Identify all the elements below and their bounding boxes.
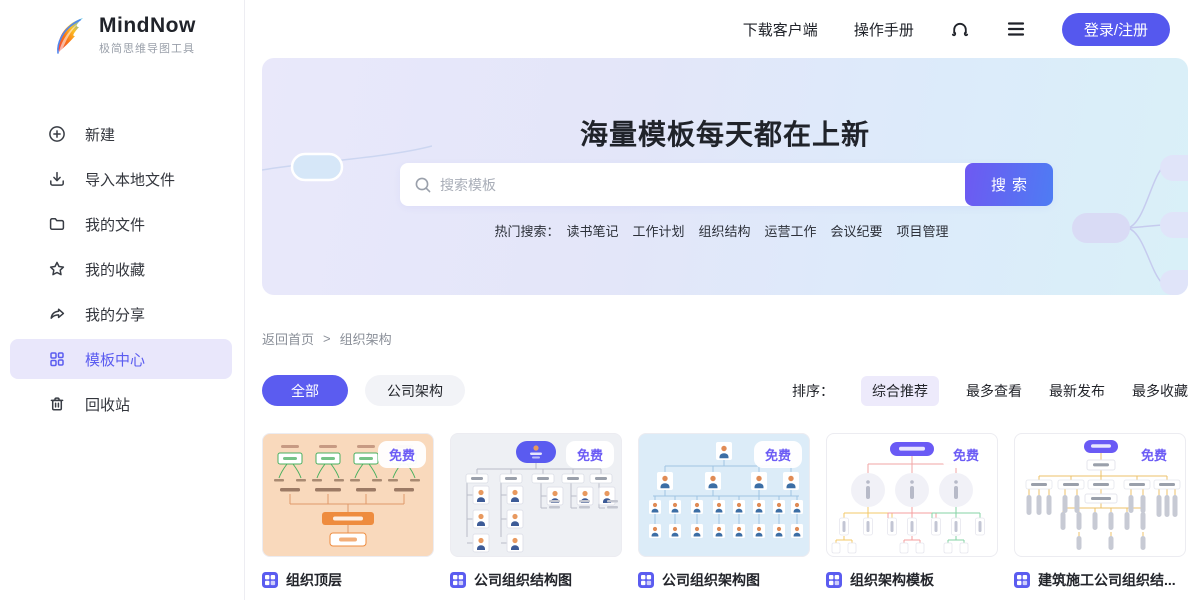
sidebar-item-recycle-bin[interactable]: 回收站 xyxy=(10,384,232,424)
feather-logo-icon xyxy=(52,15,89,55)
sort-option-most-viewed[interactable]: 最多查看 xyxy=(966,381,1022,401)
template-title-row: 组织顶层 xyxy=(262,570,434,590)
template-card[interactable]: 免费 建筑施工公司组织结... xyxy=(1014,433,1186,590)
template-title-row: 建筑施工公司组织结... xyxy=(1014,570,1186,590)
manual-link[interactable]: 操作手册 xyxy=(854,19,914,40)
breadcrumb-current: 组织架构 xyxy=(340,329,392,348)
template-card[interactable]: 免费 组织架构模板 xyxy=(826,433,998,590)
hot-search-row: 热门搜索： 读书笔记工作计划组织结构运营工作会议纪要项目管理 xyxy=(262,221,1188,240)
sidebar-item-label: 我的文件 xyxy=(85,214,145,235)
template-title: 组织顶层 xyxy=(286,570,342,590)
sidebar-item-my-files[interactable]: 我的文件 xyxy=(10,204,232,244)
tab-company-structure[interactable]: 公司架构 xyxy=(365,375,465,406)
breadcrumb-separator: > xyxy=(323,331,331,346)
filter-row: 全部 公司架构 排序： 综合推荐 最多查看 最新发布 最多收藏 xyxy=(262,375,1188,406)
breadcrumb-home[interactable]: 返回首页 xyxy=(262,329,314,348)
share-icon xyxy=(48,305,66,323)
template-card[interactable]: 免费 组织顶层 xyxy=(262,433,434,590)
template-icon xyxy=(1014,572,1030,588)
template-title: 公司组织架构图 xyxy=(662,570,760,590)
sidebar-item-favorites[interactable]: 我的收藏 xyxy=(10,249,232,289)
free-badge: 免费 xyxy=(1130,441,1178,468)
template-search-bar: 搜索 xyxy=(400,163,1053,206)
template-thumbnail: 免费 xyxy=(826,433,998,557)
sidebar-item-label: 我的收藏 xyxy=(85,259,145,280)
search-button[interactable]: 搜索 xyxy=(965,163,1053,206)
search-icon xyxy=(414,176,432,194)
grid-icon xyxy=(48,350,66,368)
support-button[interactable] xyxy=(950,19,970,39)
sidebar: MindNow 极简思维导图工具 新建 导入本地文件 我 xyxy=(0,0,245,600)
hot-keyword[interactable]: 工作计划 xyxy=(632,224,684,239)
template-title-row: 公司组织结构图 xyxy=(450,570,622,590)
brand-logo[interactable]: MindNow 极简思维导图工具 xyxy=(0,0,244,56)
sidebar-item-template-center[interactable]: 模板中心 xyxy=(10,339,232,379)
template-title: 公司组织结构图 xyxy=(474,570,572,590)
hero-banner: 海量模板每天都在上新 搜索 热门搜索： 读书笔记工作计划组织结构运营工作会议纪要项… xyxy=(262,58,1188,295)
search-input[interactable] xyxy=(440,177,1053,193)
sidebar-item-label: 模板中心 xyxy=(85,349,145,370)
template-card[interactable]: 免费 公司组织结构图 xyxy=(450,433,622,590)
sidebar-item-shares[interactable]: 我的分享 xyxy=(10,294,232,334)
import-icon xyxy=(48,170,66,188)
template-icon xyxy=(262,572,278,588)
template-thumbnail: 免费 xyxy=(262,433,434,557)
hot-keyword[interactable]: 会议纪要 xyxy=(831,224,883,239)
sort-area: 排序： 综合推荐 最多查看 最新发布 最多收藏 xyxy=(792,376,1188,406)
hot-search-label: 热门搜索： xyxy=(494,224,559,239)
sidebar-item-label: 新建 xyxy=(85,124,115,145)
hot-keyword[interactable]: 组织结构 xyxy=(698,224,750,239)
folder-icon xyxy=(48,215,66,233)
sidebar-menu: 新建 导入本地文件 我的文件 我的收藏 xyxy=(0,114,244,424)
hot-keyword[interactable]: 项目管理 xyxy=(897,224,949,239)
star-icon xyxy=(48,260,66,278)
template-thumbnail: 免费 xyxy=(450,433,622,557)
sidebar-item-label: 回收站 xyxy=(85,394,130,415)
hot-keyword[interactable]: 读书笔记 xyxy=(566,224,618,239)
mindnow-app: MindNow 极简思维导图工具 新建 导入本地文件 我 xyxy=(0,0,1200,600)
free-badge: 免费 xyxy=(942,441,990,468)
hero-title: 海量模板每天都在上新 xyxy=(262,113,1188,153)
free-badge: 免费 xyxy=(566,441,614,468)
template-thumbnail: 免费 xyxy=(1014,433,1186,557)
template-card[interactable]: 免费 公司组织架构图 xyxy=(638,433,810,590)
sort-option-recommended[interactable]: 综合推荐 xyxy=(861,376,939,406)
menu-button[interactable] xyxy=(1006,21,1026,37)
breadcrumb: 返回首页 > 组织架构 xyxy=(262,329,392,348)
headset-icon xyxy=(950,19,970,39)
tab-all[interactable]: 全部 xyxy=(262,375,348,406)
trash-icon xyxy=(48,395,66,413)
download-client-link[interactable]: 下载客户端 xyxy=(743,19,818,40)
brand-name: MindNow xyxy=(99,14,196,38)
template-title: 建筑施工公司组织结... xyxy=(1038,570,1176,590)
sidebar-item-label: 我的分享 xyxy=(85,304,145,325)
sort-option-most-favorited[interactable]: 最多收藏 xyxy=(1132,381,1188,401)
hamburger-icon xyxy=(1006,21,1026,37)
template-icon xyxy=(826,572,842,588)
sidebar-item-new[interactable]: 新建 xyxy=(10,114,232,154)
sort-label: 排序： xyxy=(792,381,834,401)
free-badge: 免费 xyxy=(754,441,802,468)
template-icon xyxy=(638,572,654,588)
sort-option-newest[interactable]: 最新发布 xyxy=(1049,381,1105,401)
brand-tagline: 极简思维导图工具 xyxy=(99,40,196,56)
login-register-button[interactable]: 登录/注册 xyxy=(1062,13,1170,46)
template-card-grid: 免费 组织顶层 xyxy=(262,433,1186,590)
top-header: 下载客户端 操作手册 登录/注册 xyxy=(246,0,1200,58)
sidebar-item-import[interactable]: 导入本地文件 xyxy=(10,159,232,199)
sidebar-item-label: 导入本地文件 xyxy=(85,169,175,190)
template-title-row: 组织架构模板 xyxy=(826,570,998,590)
template-title: 组织架构模板 xyxy=(850,570,934,590)
hot-keyword[interactable]: 运营工作 xyxy=(765,224,817,239)
template-title-row: 公司组织架构图 xyxy=(638,570,810,590)
template-icon xyxy=(450,572,466,588)
plus-circle-icon xyxy=(48,125,66,143)
free-badge: 免费 xyxy=(378,441,426,468)
template-thumbnail: 免费 xyxy=(638,433,810,557)
